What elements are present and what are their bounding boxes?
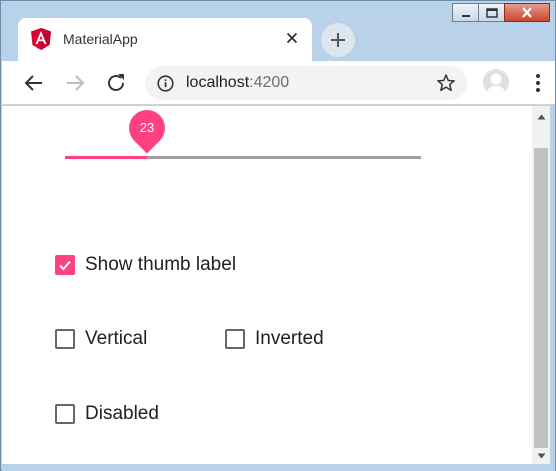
checkbox-label[interactable]: Inverted: [255, 328, 324, 350]
scroll-down-arrow-icon[interactable]: [532, 447, 550, 464]
star-icon[interactable]: [436, 73, 456, 93]
scrollbar-thumb[interactable]: [534, 148, 548, 448]
reload-icon[interactable]: [104, 71, 128, 95]
value-slider[interactable]: 23: [65, 106, 421, 166]
browser-toolbar: localhost:4200: [2, 61, 555, 105]
checkbox-box[interactable]: [55, 404, 75, 424]
url-host: localhost: [186, 74, 250, 91]
checkbox-box[interactable]: [55, 329, 75, 349]
plus-icon: [331, 33, 345, 47]
show-thumb-label-checkbox[interactable]: Show thumb label: [55, 254, 236, 276]
browser-window: MaterialApp localhost:4200 23 Show thumb…: [0, 0, 556, 471]
checkbox-label[interactable]: Show thumb label: [85, 254, 236, 276]
minimize-icon: [461, 14, 470, 17]
checkmark-icon: [59, 260, 71, 271]
profile-avatar-icon[interactable]: [483, 69, 509, 95]
slider-thumb-label: 23: [139, 120, 155, 135]
disabled-checkbox[interactable]: Disabled: [55, 403, 159, 425]
new-tab-button[interactable]: [321, 23, 355, 57]
checkbox-label[interactable]: Vertical: [85, 328, 147, 350]
vertical-scrollbar[interactable]: [532, 106, 550, 464]
maximize-button[interactable]: [478, 3, 505, 22]
kebab-menu-icon[interactable]: [528, 71, 548, 95]
url-port: :4200: [249, 74, 290, 91]
inverted-checkbox[interactable]: Inverted: [225, 328, 324, 350]
close-icon: [522, 7, 532, 18]
avatar-glyph: [487, 73, 505, 95]
scroll-up-arrow-icon[interactable]: [532, 108, 550, 125]
minimize-button[interactable]: [452, 3, 479, 22]
window-controls: [452, 3, 550, 22]
info-icon[interactable]: [157, 75, 174, 92]
close-window-button[interactable]: [504, 3, 550, 22]
address-bar[interactable]: localhost:4200: [145, 66, 467, 100]
tab-title: MaterialApp: [63, 31, 138, 47]
maximize-icon: [485, 7, 498, 18]
checkbox-box[interactable]: [55, 255, 75, 275]
back-arrow-icon[interactable]: [22, 71, 46, 95]
url-text[interactable]: localhost:4200: [186, 74, 289, 92]
checkbox-label[interactable]: Disabled: [85, 403, 159, 425]
forward-arrow-icon[interactable]: [63, 71, 87, 95]
browser-tab[interactable]: MaterialApp: [18, 18, 312, 61]
page-viewport: 23 Show thumb label Vertical Inverted Di…: [2, 106, 532, 464]
slider-track-fill: [65, 156, 147, 159]
close-tab-icon[interactable]: [284, 30, 300, 46]
vertical-checkbox[interactable]: Vertical: [55, 328, 147, 350]
window-frame-bottom: [2, 464, 555, 471]
checkbox-box[interactable]: [225, 329, 245, 349]
angular-logo-icon: [31, 28, 51, 50]
